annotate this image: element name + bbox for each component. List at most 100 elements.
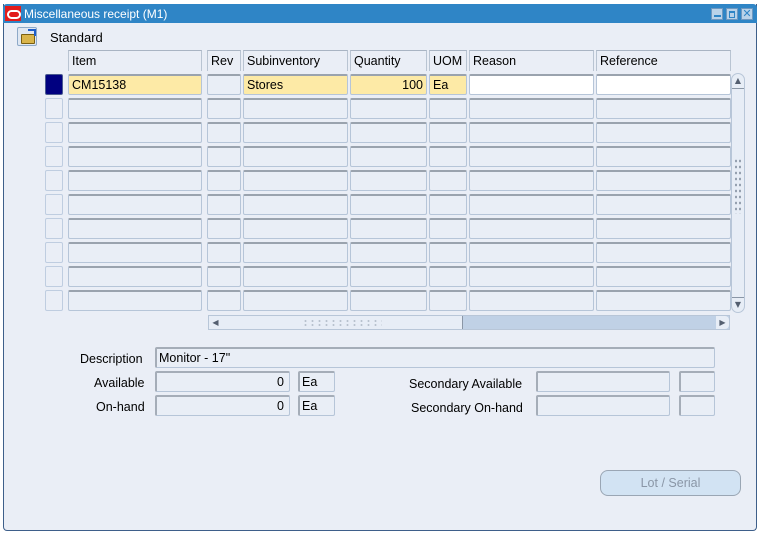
item-cell[interactable]: CM15138 xyxy=(68,74,202,95)
reason-cell[interactable] xyxy=(469,266,594,287)
uom-cell[interactable] xyxy=(429,146,467,167)
reference-cell[interactable] xyxy=(596,218,731,239)
lot-serial-button[interactable]: Lot / Serial xyxy=(600,470,741,496)
uom-cell[interactable] xyxy=(429,98,467,119)
secondary-available-uom-field[interactable] xyxy=(679,371,715,392)
uom-cell[interactable] xyxy=(429,218,467,239)
scroll-grip-icon[interactable] xyxy=(734,158,742,214)
reference-cell[interactable] xyxy=(596,242,731,263)
subinventory-cell[interactable] xyxy=(243,194,348,215)
uom-cell[interactable] xyxy=(429,290,467,311)
rev-cell[interactable] xyxy=(207,242,241,263)
rev-cell[interactable] xyxy=(207,194,241,215)
item-cell[interactable] xyxy=(68,98,202,119)
rev-cell[interactable] xyxy=(207,122,241,143)
available-field[interactable]: 0 xyxy=(155,371,290,392)
reason-cell[interactable] xyxy=(469,74,594,95)
reason-cell[interactable] xyxy=(469,290,594,311)
subinventory-cell[interactable]: Stores xyxy=(243,74,348,95)
scroll-down-icon[interactable]: ▼ xyxy=(732,297,744,312)
rev-cell[interactable] xyxy=(207,218,241,239)
secondary-available-field[interactable] xyxy=(536,371,670,392)
uom-cell[interactable] xyxy=(429,194,467,215)
reason-cell[interactable] xyxy=(469,146,594,167)
horizontal-scroll-thumb[interactable] xyxy=(222,316,463,329)
quantity-cell[interactable] xyxy=(350,122,427,143)
rev-cell[interactable] xyxy=(207,146,241,167)
item-cell[interactable] xyxy=(68,170,202,191)
quantity-cell[interactable] xyxy=(350,170,427,191)
item-cell[interactable] xyxy=(68,194,202,215)
reason-cell[interactable] xyxy=(469,242,594,263)
row-indicator[interactable] xyxy=(45,290,63,311)
subinventory-cell[interactable] xyxy=(243,266,348,287)
open-folder-button[interactable] xyxy=(17,27,37,46)
quantity-cell[interactable]: 100 xyxy=(350,74,427,95)
horizontal-scrollbar[interactable]: ◀ ▶ xyxy=(208,315,730,330)
rev-cell[interactable] xyxy=(207,74,241,95)
subinventory-cell[interactable] xyxy=(243,98,348,119)
reason-cell[interactable] xyxy=(469,170,594,191)
uom-cell[interactable]: Ea xyxy=(429,74,467,95)
row-indicator[interactable] xyxy=(45,194,63,215)
item-cell[interactable] xyxy=(68,266,202,287)
item-cell[interactable] xyxy=(68,242,202,263)
uom-cell[interactable] xyxy=(429,242,467,263)
subinventory-cell[interactable] xyxy=(243,122,348,143)
subinventory-cell[interactable] xyxy=(243,218,348,239)
scroll-right-icon[interactable]: ▶ xyxy=(716,316,729,329)
subinventory-cell[interactable] xyxy=(243,242,348,263)
uom-cell[interactable] xyxy=(429,122,467,143)
reference-cell[interactable] xyxy=(596,290,731,311)
reference-cell[interactable] xyxy=(596,170,731,191)
subinventory-cell[interactable] xyxy=(243,290,348,311)
reference-cell[interactable] xyxy=(596,122,731,143)
quantity-cell[interactable] xyxy=(350,218,427,239)
uom-cell[interactable] xyxy=(429,170,467,191)
quantity-cell[interactable] xyxy=(350,242,427,263)
subinventory-cell[interactable] xyxy=(243,146,348,167)
available-uom-field[interactable]: Ea xyxy=(298,371,335,392)
row-indicator[interactable] xyxy=(45,218,63,239)
close-button[interactable]: ✕ xyxy=(741,8,753,20)
quantity-cell[interactable] xyxy=(350,290,427,311)
row-indicator[interactable] xyxy=(45,98,63,119)
item-cell[interactable] xyxy=(68,146,202,167)
reference-cell[interactable] xyxy=(596,266,731,287)
title-bar[interactable]: Miscellaneous receipt (M1) ✕ xyxy=(3,4,757,23)
row-indicator[interactable] xyxy=(45,74,63,95)
uom-cell[interactable] xyxy=(429,266,467,287)
subinventory-cell[interactable] xyxy=(243,170,348,191)
reason-cell[interactable] xyxy=(469,122,594,143)
onhand-field[interactable]: 0 xyxy=(155,395,290,416)
description-field[interactable]: Monitor - 17" xyxy=(155,347,715,368)
item-cell[interactable] xyxy=(68,218,202,239)
reason-cell[interactable] xyxy=(469,194,594,215)
vertical-scrollbar[interactable]: ▲ ▼ xyxy=(731,73,745,313)
rev-cell[interactable] xyxy=(207,170,241,191)
item-cell[interactable] xyxy=(68,290,202,311)
maximize-button[interactable] xyxy=(726,8,738,20)
reason-cell[interactable] xyxy=(469,218,594,239)
reference-cell[interactable] xyxy=(596,74,731,95)
secondary-onhand-uom-field[interactable] xyxy=(679,395,715,416)
scroll-up-icon[interactable]: ▲ xyxy=(732,74,744,89)
rev-cell[interactable] xyxy=(207,98,241,119)
reference-cell[interactable] xyxy=(596,98,731,119)
row-indicator[interactable] xyxy=(45,146,63,167)
onhand-uom-field[interactable]: Ea xyxy=(298,395,335,416)
row-indicator[interactable] xyxy=(45,242,63,263)
rev-cell[interactable] xyxy=(207,266,241,287)
secondary-onhand-field[interactable] xyxy=(536,395,670,416)
scroll-left-icon[interactable]: ◀ xyxy=(209,316,223,329)
quantity-cell[interactable] xyxy=(350,98,427,119)
row-indicator[interactable] xyxy=(45,170,63,191)
reference-cell[interactable] xyxy=(596,194,731,215)
minimize-button[interactable] xyxy=(711,8,723,20)
quantity-cell[interactable] xyxy=(350,266,427,287)
reference-cell[interactable] xyxy=(596,146,731,167)
reason-cell[interactable] xyxy=(469,98,594,119)
quantity-cell[interactable] xyxy=(350,146,427,167)
rev-cell[interactable] xyxy=(207,290,241,311)
row-indicator[interactable] xyxy=(45,266,63,287)
